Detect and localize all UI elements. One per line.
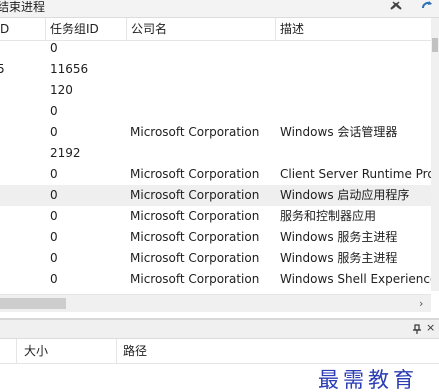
- vertical-scrollbar[interactable]: [431, 18, 439, 291]
- company-cell: Microsoft Corporation: [130, 251, 260, 265]
- table-row[interactable]: 2192: [0, 143, 431, 164]
- close-panel-button[interactable]: ×: [426, 321, 435, 335]
- company-cell: Microsoft Corporation: [130, 230, 260, 244]
- table-row[interactable]: 0 Microsoft Corporation Windows 服务主进程: [0, 248, 431, 269]
- description-cell: [280, 80, 431, 101]
- description-cell: Windows Shell Experience: [280, 272, 431, 286]
- table-row-selected[interactable]: 0 Microsoft Corporation Windows 启动应用程序: [0, 185, 431, 206]
- description-cell: [280, 38, 431, 59]
- table-row[interactable]: 0: [0, 38, 431, 59]
- column-header-size[interactable]: 大小: [18, 339, 116, 363]
- company-cell: Microsoft Corporation: [130, 167, 260, 181]
- table-row[interactable]: 0 Microsoft Corporation 服务和控制器应用: [0, 206, 431, 227]
- watermark-logo: 最需教育: [318, 368, 418, 392]
- table-row[interactable]: 5 11656: [0, 59, 431, 80]
- task-group-cell: 0: [50, 230, 58, 244]
- end-process-label[interactable]: 结束进程: [0, 0, 45, 14]
- description-cell: Windows 启动应用程序: [280, 188, 410, 202]
- horizontal-scroll-thumb[interactable]: [0, 298, 66, 309]
- task-group-cell: 11656: [50, 62, 89, 76]
- task-group-cell: 0: [50, 251, 58, 265]
- task-group-cell: 0: [50, 167, 58, 181]
- table-row[interactable]: 120: [0, 80, 431, 101]
- task-group-cell: 0: [50, 125, 58, 139]
- company-cell: Microsoft Corporation: [130, 125, 260, 139]
- description-cell: Client Server Runtime Process: [280, 167, 431, 181]
- kill-process-icon[interactable]: [389, 0, 403, 12]
- task-group-cell: 120: [50, 83, 73, 97]
- description-cell: Windows 会话管理器: [280, 125, 398, 139]
- process-toolbar: 结束进程: [0, 0, 439, 18]
- table-row[interactable]: 0 Microsoft Corporation Windows 会话管理器: [0, 122, 431, 143]
- column-header-company[interactable]: 公司名: [126, 18, 275, 40]
- company-cell: Microsoft Corporation: [130, 188, 260, 202]
- task-group-cell: 0: [50, 188, 58, 202]
- task-group-cell: 0: [50, 104, 58, 118]
- pin-icon[interactable]: [412, 323, 422, 337]
- scroll-right-arrow-icon[interactable]: ›: [419, 295, 423, 312]
- company-cell: Microsoft Corporation: [130, 272, 260, 286]
- id-cell: 5: [0, 62, 5, 76]
- task-group-cell: 0: [50, 272, 58, 286]
- table-row[interactable]: 0 Microsoft Corporation Windows Shell Ex…: [0, 269, 431, 290]
- task-group-cell: 0: [50, 209, 58, 223]
- task-group-cell: 2192: [50, 146, 81, 160]
- column-header-description[interactable]: 描述: [275, 18, 431, 40]
- task-group-cell: 0: [50, 41, 58, 55]
- column-header-task-group-id[interactable]: 任务组ID: [45, 18, 126, 40]
- company-cell: Microsoft Corporation: [130, 209, 260, 223]
- column-header-path[interactable]: 路径: [116, 339, 316, 363]
- column-header-id[interactable]: D: [0, 18, 45, 40]
- table-row[interactable]: 0 Microsoft Corporation Client Server Ru…: [0, 164, 431, 185]
- lower-panel-toolbar: ×: [0, 320, 439, 339]
- table-row[interactable]: 0: [0, 101, 431, 122]
- refresh-icon[interactable]: [420, 0, 434, 12]
- description-cell: [280, 59, 431, 80]
- horizontal-scrollbar[interactable]: ›: [0, 294, 431, 312]
- description-cell: Windows 服务主进程: [280, 230, 398, 244]
- description-cell: Windows 服务主进程: [280, 251, 398, 265]
- description-cell: [280, 101, 431, 122]
- description-cell: 服务和控制器应用: [280, 209, 377, 223]
- table-row[interactable]: 0 Microsoft Corporation Windows 服务主进程: [0, 227, 431, 248]
- lower-table-header: 大小 路径: [0, 339, 439, 364]
- vertical-scroll-thumb[interactable]: [432, 38, 438, 52]
- description-cell: [280, 143, 431, 164]
